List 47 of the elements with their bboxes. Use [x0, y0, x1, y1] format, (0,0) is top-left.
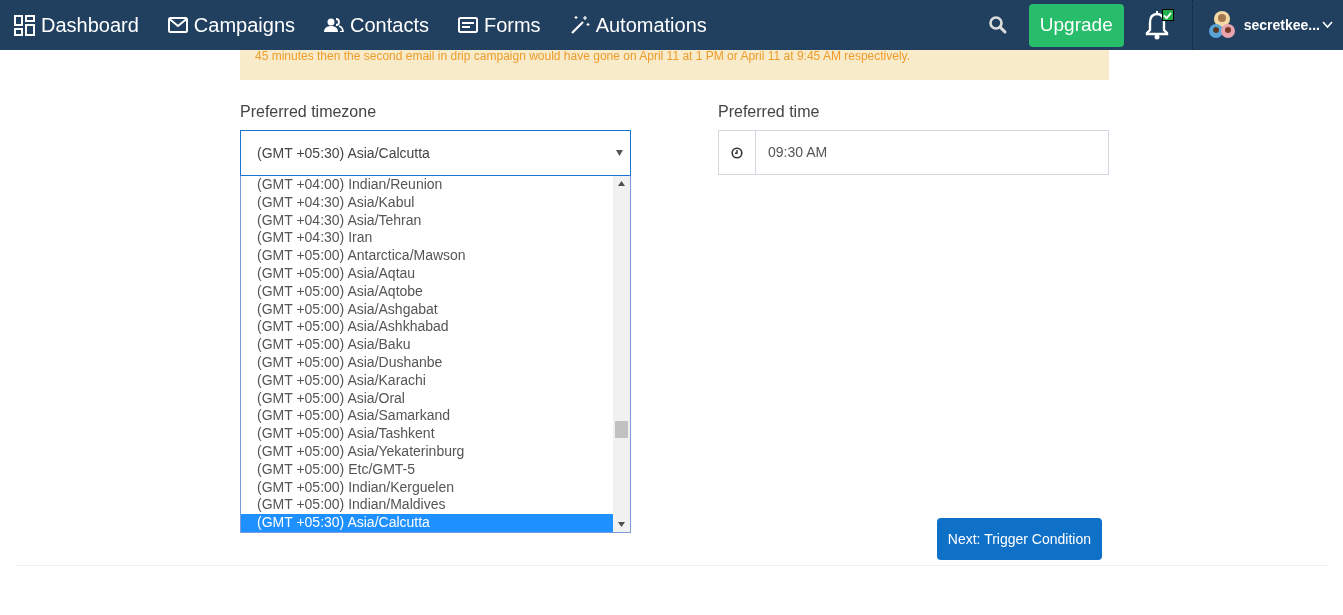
timezone-option[interactable]: (GMT +05:00) Asia/Baku [241, 336, 613, 354]
dashboard-icon [14, 14, 35, 36]
selected-value: (GMT +05:30) Asia/Calcutta [257, 143, 431, 163]
nav-link[interactable]: Automations [569, 10, 707, 40]
chevron-down-icon[interactable] [1322, 21, 1333, 29]
timezone-option[interactable]: (GMT +05:00) Antarctica/Mawson [241, 247, 613, 265]
timezone-option[interactable]: (GMT +04:30) Iran [241, 229, 613, 248]
timezone-option[interactable]: (GMT +05:00) Asia/Dushanbe [241, 353, 613, 372]
form-icon [457, 17, 478, 33]
timezone-option[interactable]: (GMT +05:00) Asia/Ashkhabad [241, 318, 613, 337]
timezone-option[interactable]: (GMT +04:00) Indian/Reunion [241, 176, 613, 194]
user-name[interactable]: secretkee... [1243, 14, 1320, 36]
timezone-option[interactable]: (GMT +05:00) Indian/Maldives [241, 496, 613, 515]
timezone-option[interactable]: (GMT +05:00) Asia/Aqtobe [241, 282, 613, 301]
timezone-dropdown[interactable]: (GMT +05:30) Asia/Calcutta [240, 130, 631, 176]
timezone-option[interactable]: (GMT +05:00) Asia/Yekaterinburg [241, 442, 613, 461]
magic-wand-icon [569, 15, 590, 35]
search-icon[interactable] [987, 15, 1008, 35]
timezone-option[interactable]: (GMT +05:00) Asia/Samarkand [241, 407, 613, 426]
people-icon [324, 18, 344, 32]
timezone-option[interactable]: (GMT +05:00) Asia/Aqtau [241, 265, 613, 283]
scroll-down-icon[interactable] [618, 522, 625, 527]
next-button[interactable]: Next: Trigger Condition [936, 518, 1102, 560]
bell-icon[interactable] [1143, 9, 1174, 41]
timezone-option[interactable]: (GMT +05:00) Etc/GMT-5 [241, 460, 613, 479]
timezone-option[interactable]: (GMT +04:30) Asia/Tehran [241, 211, 613, 230]
warning-notice: 45 minutes then the second email in drip campaign would have gone on April 11 at 1 PM or April 11 at 9:45 AM respectively. [240, 50, 1109, 80]
timezone-option[interactable]: (GMT +04:30) Asia/Kabul [241, 193, 613, 212]
timezone-option[interactable]: (GMT +05:00) Asia/Karachi [241, 371, 613, 390]
nav-link[interactable]: Forms [457, 10, 541, 40]
timezone-option[interactable]: (GMT +05:00) Indian/Kerguelen [241, 478, 613, 497]
nav-link[interactable]: Contacts [324, 10, 429, 40]
scroll-up-icon[interactable] [618, 181, 625, 186]
timezone-option[interactable]: (GMT +05:00) Asia/Ashgabat [241, 300, 613, 319]
timezone-option[interactable]: (GMT +05:00) Asia/Oral [241, 389, 613, 408]
field-label: Preferred time [718, 102, 821, 122]
field-label: Preferred timezone [240, 102, 378, 122]
scrollbar-thumb[interactable] [615, 421, 628, 438]
avatar-icon[interactable] [1207, 10, 1236, 40]
scrollbar[interactable] [613, 176, 630, 532]
nav-link[interactable]: Campaigns [167, 10, 295, 40]
timezone-option[interactable]: (GMT +05:00) Asia/Tashkent [241, 425, 613, 443]
caret-icon[interactable] [616, 150, 623, 156]
nav-link[interactable]: Dashboard [14, 10, 139, 40]
time-field[interactable]: 09:30 AM [718, 130, 1109, 175]
envelope-icon [167, 17, 188, 33]
clock-icon [731, 146, 743, 159]
